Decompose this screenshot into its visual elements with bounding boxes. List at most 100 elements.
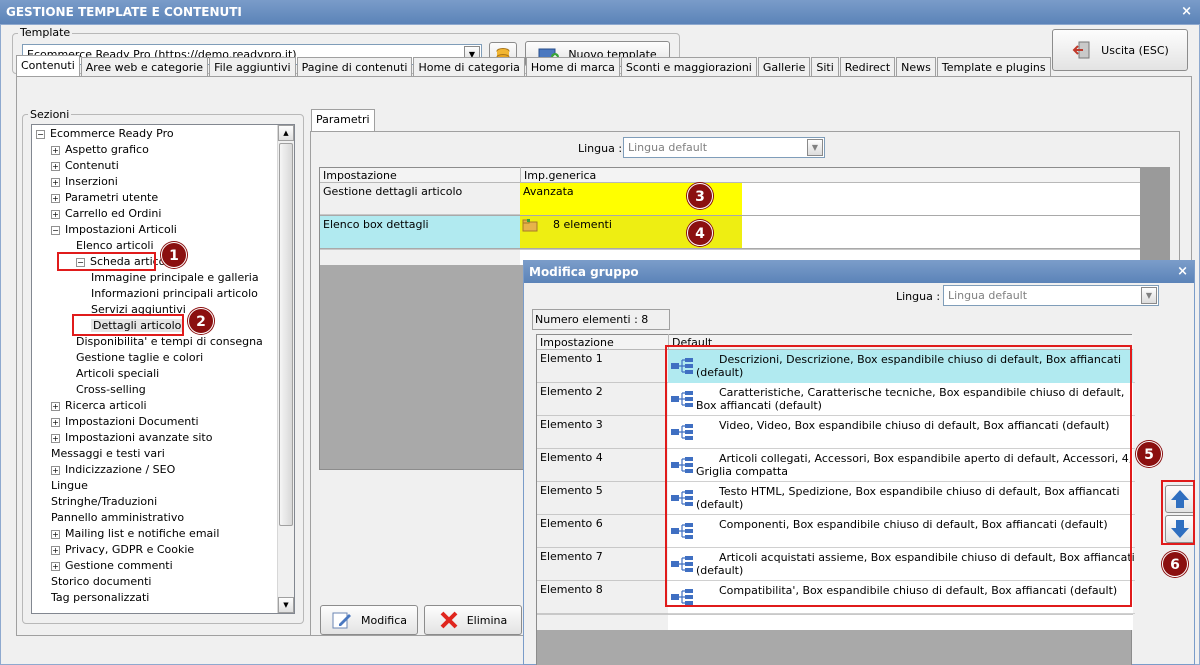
tree-item-label: Impostazioni Documenti: [65, 415, 199, 428]
tree-item-label: Aspetto grafico: [65, 143, 149, 156]
tree-item-label: Messaggi e testi vari: [51, 447, 165, 460]
modifica-label: Modifica: [361, 613, 407, 627]
tree-scrollbar[interactable]: ▲ ▼: [277, 125, 294, 613]
scroll-down-icon[interactable]: ▼: [278, 597, 294, 613]
tree-item[interactable]: + Carrello ed Ordini: [51, 206, 161, 222]
close-icon[interactable]: ×: [1181, 4, 1192, 19]
tree-item[interactable]: + Privacy, GDPR e Cookie: [51, 542, 194, 558]
elimina-label: Elimina: [466, 613, 508, 627]
tree-item[interactable]: + Impostazioni Documenti: [51, 414, 199, 430]
tab-pagine-contenuti[interactable]: Pagine di contenuti: [296, 57, 413, 77]
expand-icon[interactable]: +: [51, 529, 60, 539]
tree-item-label: Informazioni principali articolo: [91, 287, 258, 300]
tree-item[interactable]: Informazioni principali articolo: [91, 286, 258, 302]
tree-item[interactable]: + Parametri utente: [51, 190, 158, 206]
tree-item[interactable]: + Ricerca articoli: [51, 398, 147, 414]
expand-icon[interactable]: +: [51, 545, 60, 555]
setting-cell: Gestione dettagli articolo: [320, 183, 520, 215]
tree-item-label: Cross-selling: [76, 383, 146, 396]
chevron-down-icon[interactable]: ▼: [807, 139, 823, 156]
tab-home-categoria[interactable]: Home di categoria: [413, 57, 525, 77]
scroll-thumb[interactable]: [279, 143, 293, 526]
window-title: GESTIONE TEMPLATE E CONTENUTI: [6, 5, 242, 19]
tree-item[interactable]: Tag personalizzati: [51, 590, 149, 606]
tree-item-label: Mailing list e notifiche email: [65, 527, 220, 540]
tree-item[interactable]: + Mailing list e notifiche email: [51, 526, 219, 542]
expand-icon[interactable]: +: [51, 401, 60, 411]
expand-icon[interactable]: +: [51, 465, 60, 475]
element-name: Elemento 4: [537, 449, 668, 482]
tree-item[interactable]: − Ecommerce Ready Pro: [36, 126, 174, 142]
tree-item[interactable]: Disponibilita' e tempi di consegna: [76, 334, 263, 350]
tree-item[interactable]: Messaggi e testi vari: [51, 446, 165, 462]
tab-contenuti[interactable]: Contenuti: [16, 55, 80, 77]
expand-icon[interactable]: +: [51, 561, 60, 571]
exit-button[interactable]: Uscita (ESC): [1052, 29, 1188, 71]
tree-item[interactable]: − Impostazioni Articoli: [51, 222, 177, 238]
tree-item-label: Lingue: [51, 479, 88, 492]
dialog-lingua-select[interactable]: Lingua default ▼: [943, 285, 1159, 306]
tree-item[interactable]: Storico documenti: [51, 574, 151, 590]
tab-parametri[interactable]: Parametri: [311, 109, 375, 131]
tree-item-label: Inserzioni: [65, 175, 118, 188]
edit-icon: [332, 612, 351, 629]
tab-redirect[interactable]: Redirect: [839, 57, 896, 77]
tree-item-label: Articoli speciali: [76, 367, 160, 380]
tree-item-label: Indicizzazione / SEO: [65, 463, 176, 476]
folder-icon: [522, 219, 538, 232]
tree-item[interactable]: Immagine principale e galleria: [91, 270, 259, 286]
table-row[interactable]: Gestione dettagli articolo Avanzata: [320, 183, 1140, 215]
exit-door-icon: [1072, 41, 1090, 59]
expand-icon[interactable]: +: [51, 177, 60, 187]
tab-siti[interactable]: Siti: [811, 57, 839, 77]
scroll-up-icon[interactable]: ▲: [278, 125, 294, 141]
tree-item[interactable]: Stringhe/Traduzioni: [51, 494, 157, 510]
tree-item[interactable]: + Inserzioni: [51, 174, 118, 190]
tree-item-label: Ecommerce Ready Pro: [50, 127, 174, 140]
tree-item[interactable]: + Contenuti: [51, 158, 119, 174]
tab-news[interactable]: News: [896, 57, 936, 77]
tree-item-label: Impostazioni avanzate sito: [65, 431, 213, 444]
tree-item[interactable]: Cross-selling: [76, 382, 146, 398]
window-titlebar: GESTIONE TEMPLATE E CONTENUTI ×: [0, 0, 1200, 24]
collapse-icon[interactable]: −: [51, 225, 60, 235]
tree-item-label: Tag personalizzati: [51, 591, 150, 604]
tab-home-marca[interactable]: Home di marca: [525, 57, 620, 77]
col-imp-generica: Imp.generica: [520, 167, 599, 184]
tree-item-label: Parametri utente: [65, 191, 159, 204]
tab-aree-web[interactable]: Aree web e categorie: [80, 57, 209, 77]
close-icon[interactable]: ×: [1177, 264, 1188, 279]
expand-icon[interactable]: +: [51, 193, 60, 203]
tree-item[interactable]: Gestione taglie e colori: [76, 350, 203, 366]
expand-icon[interactable]: +: [51, 417, 60, 427]
table-row[interactable]: Elenco box dettagli 8 elementi: [320, 216, 1140, 248]
tree-item[interactable]: Articoli speciali: [76, 366, 159, 382]
tree-item[interactable]: + Impostazioni avanzate sito: [51, 430, 212, 446]
modifica-button[interactable]: Modifica: [320, 605, 418, 635]
badge-4: 4: [687, 220, 713, 246]
col-impostazione: Impostazione: [540, 336, 614, 349]
expand-icon[interactable]: +: [51, 433, 60, 443]
element-name: Elemento 1: [537, 350, 668, 383]
chevron-down-icon[interactable]: ▼: [1141, 287, 1157, 304]
element-count: Numero elementi : 8: [532, 309, 670, 330]
tree-item[interactable]: + Gestione commenti: [51, 558, 173, 574]
tree-item[interactable]: Lingue: [51, 478, 88, 494]
elimina-button[interactable]: Elimina: [424, 605, 522, 635]
tab-sconti[interactable]: Sconti e maggiorazioni: [620, 57, 757, 77]
element-name: Elemento 2: [537, 383, 668, 416]
element-name: Elemento 8: [537, 581, 668, 614]
expand-icon[interactable]: +: [51, 145, 60, 155]
tree-item-label: Gestione commenti: [65, 559, 173, 572]
expand-icon[interactable]: +: [51, 209, 60, 219]
dialog-lingua-value: Lingua default: [948, 289, 1028, 302]
tree-item[interactable]: + Indicizzazione / SEO: [51, 462, 175, 478]
tree-item[interactable]: Pannello amministrativo: [51, 510, 184, 526]
tab-gallerie[interactable]: Gallerie: [757, 57, 811, 77]
expand-icon[interactable]: +: [51, 161, 60, 171]
tree-item[interactable]: + Aspetto grafico: [51, 142, 149, 158]
tab-file-aggiuntivi[interactable]: File aggiuntivi: [209, 57, 296, 77]
lingua-select[interactable]: Lingua default ▼: [623, 137, 825, 158]
tab-template-plugins[interactable]: Template e plugins: [936, 57, 1051, 77]
collapse-icon[interactable]: −: [36, 129, 45, 139]
